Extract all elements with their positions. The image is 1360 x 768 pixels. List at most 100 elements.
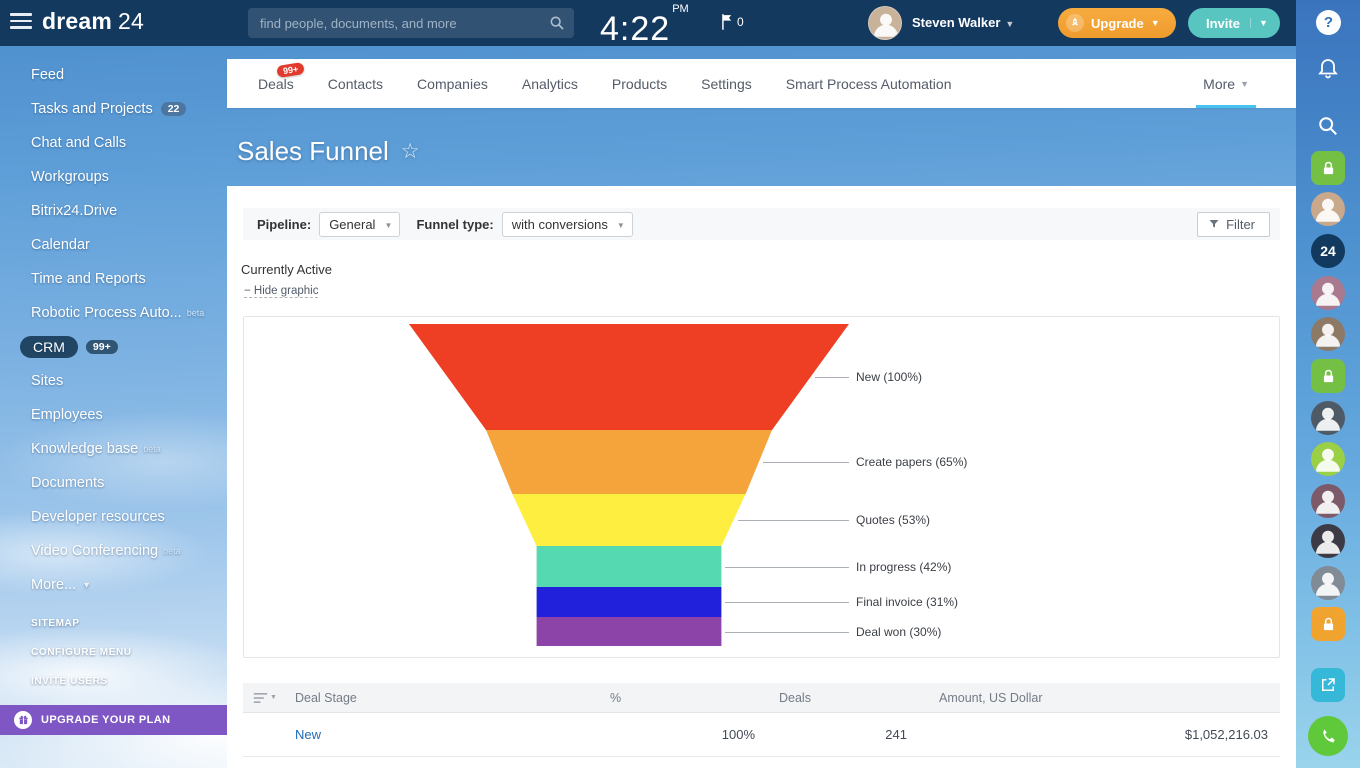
funnel-stage-label: New (100%) bbox=[856, 370, 922, 384]
sidebar-item-bitrix24-drive[interactable]: Bitrix24.Drive bbox=[0, 194, 227, 228]
nav-tab-deals[interactable]: Deals99+ bbox=[241, 59, 311, 108]
hide-graphic-link[interactable]: − Hide graphic bbox=[244, 285, 318, 298]
sidebar-item-label: Calendar bbox=[31, 237, 90, 253]
chevron-down-icon: ▼ bbox=[1151, 18, 1160, 28]
sidebar-item-calendar[interactable]: Calendar bbox=[0, 228, 227, 262]
search-icon[interactable] bbox=[1311, 109, 1345, 143]
funnel-leader-line bbox=[763, 462, 849, 463]
nav-tab-contacts[interactable]: Contacts bbox=[311, 59, 400, 108]
nav-tab-companies[interactable]: Companies bbox=[400, 59, 505, 108]
funnel-leader-line bbox=[815, 377, 850, 378]
chevron-down-icon: ▼ bbox=[617, 221, 625, 230]
user-avatar[interactable] bbox=[1311, 442, 1345, 476]
phone-icon[interactable] bbox=[1308, 716, 1348, 756]
table-header-: % bbox=[610, 691, 779, 705]
user-avatar[interactable] bbox=[1311, 317, 1345, 351]
table-header-row: ▼Deal Stage%DealsAmount, US Dollar bbox=[243, 683, 1280, 713]
chevron-down-icon: ▼ bbox=[82, 580, 91, 590]
sidebar-item-workgroups[interactable]: Workgroups bbox=[0, 160, 227, 194]
counter-badge: 99+ bbox=[86, 340, 118, 354]
search-icon[interactable] bbox=[549, 15, 565, 36]
nav-tab-more[interactable]: More▼ bbox=[1186, 59, 1266, 108]
lock-icon[interactable] bbox=[1311, 359, 1345, 393]
notifications-icon[interactable] bbox=[1311, 50, 1345, 84]
nav-tab-analytics[interactable]: Analytics bbox=[505, 59, 595, 108]
counter-badge: 99+ bbox=[276, 62, 305, 78]
sidebar-item-employees[interactable]: Employees bbox=[0, 398, 227, 432]
pipeline-select[interactable]: General▼ bbox=[319, 212, 400, 237]
notifications-flag[interactable]: 0 bbox=[722, 13, 744, 30]
funnel-type-select[interactable]: with conversions▼ bbox=[502, 212, 633, 237]
favorite-star-icon[interactable]: ☆ bbox=[401, 139, 420, 164]
sidebar-item-documents[interactable]: Documents bbox=[0, 466, 227, 500]
user-menu[interactable]: Steven Walker▼ bbox=[912, 15, 1014, 30]
funnel-graphic bbox=[409, 324, 849, 646]
sidebar-item-feed[interactable]: Feed bbox=[0, 58, 227, 92]
sidebar-item-robotic-process-auto[interactable]: Robotic Process Auto...beta bbox=[0, 296, 227, 330]
filter-button[interactable]: Filter bbox=[1197, 212, 1270, 237]
search-input[interactable] bbox=[248, 8, 574, 38]
gift-icon bbox=[14, 711, 32, 729]
sidebar-item-chat-and-calls[interactable]: Chat and Calls bbox=[0, 126, 227, 160]
sidebar-item-label: Time and Reports bbox=[31, 271, 146, 287]
user-avatar[interactable] bbox=[1311, 276, 1345, 310]
sidebar-item-label: Workgroups bbox=[31, 169, 109, 185]
bitrix24-badge[interactable]: 24 bbox=[1311, 234, 1345, 268]
table-header-deal-stage: Deal Stage bbox=[287, 691, 610, 705]
sidebar-footer-link-invite-users[interactable]: INVITE USERS bbox=[0, 667, 227, 696]
user-avatar[interactable] bbox=[868, 6, 902, 40]
sidebar-footer-link-configure-menu[interactable]: CONFIGURE MENU bbox=[0, 638, 227, 667]
nav-tab-settings[interactable]: Settings bbox=[684, 59, 769, 108]
share-icon[interactable] bbox=[1311, 668, 1345, 702]
funnel-icon bbox=[1208, 218, 1220, 230]
sidebar-item-knowledge-base[interactable]: Knowledge basebeta bbox=[0, 432, 227, 466]
clock-meridiem: PM bbox=[672, 3, 689, 15]
upgrade-button[interactable]: Upgrade ▼ bbox=[1058, 8, 1176, 38]
table-menu-icon[interactable]: ▼ bbox=[243, 692, 287, 704]
sidebar-item-developer-resources[interactable]: Developer resources bbox=[0, 500, 227, 534]
invite-button[interactable]: Invite ▼ bbox=[1188, 8, 1280, 38]
help-button[interactable]: ? bbox=[1316, 10, 1341, 35]
clock[interactable]: 4:22PM bbox=[600, 3, 689, 49]
deal-stage-link[interactable]: New bbox=[287, 727, 610, 742]
sidebar-item-label: CRM bbox=[20, 336, 78, 358]
sidebar-item-more[interactable]: More...▼ bbox=[0, 568, 227, 602]
lock-icon[interactable] bbox=[1311, 607, 1345, 641]
right-sidebar: ? 24 bbox=[1296, 0, 1360, 768]
funnel-stage-label: Deal won (30%) bbox=[856, 625, 941, 639]
beta-tag: beta bbox=[187, 308, 205, 318]
funnel-leader-line bbox=[725, 567, 849, 568]
sidebar-item-video-conferencing[interactable]: Video Conferencingbeta bbox=[0, 534, 227, 568]
deal-count-value: 241 bbox=[779, 727, 939, 742]
user-avatar[interactable] bbox=[1311, 484, 1345, 518]
user-avatar[interactable] bbox=[1311, 524, 1345, 558]
user-avatar[interactable] bbox=[1311, 401, 1345, 435]
funnel-segment-new[interactable] bbox=[409, 324, 849, 430]
lock-icon[interactable] bbox=[1311, 151, 1345, 185]
sidebar-item-tasks-and-projects[interactable]: Tasks and Projects22 bbox=[0, 92, 227, 126]
sidebar-item-label: Documents bbox=[31, 475, 104, 491]
table-header-amount-us-dollar: Amount, US Dollar bbox=[939, 691, 1280, 705]
sidebar-menu: FeedTasks and Projects22Chat and Calls Wo… bbox=[0, 46, 227, 602]
app-logo[interactable]: dream24 bbox=[42, 8, 144, 35]
nav-tab-products[interactable]: Products bbox=[595, 59, 684, 108]
hamburger-menu-icon[interactable] bbox=[10, 13, 32, 31]
invite-label: Invite bbox=[1206, 16, 1240, 31]
page-title: Sales Funnel ☆ bbox=[237, 136, 420, 167]
deal-percent-value: 100% bbox=[610, 727, 779, 742]
upgrade-plan-label: UPGRADE YOUR PLAN bbox=[41, 714, 170, 726]
logo-number: 24 bbox=[118, 8, 144, 34]
sidebar-footer-link-sitemap[interactable]: SITEMAP bbox=[0, 609, 227, 638]
sidebar-item-sites[interactable]: Sites bbox=[0, 364, 227, 398]
sidebar-item-crm[interactable]: CRM 99+ bbox=[0, 330, 227, 364]
sidebar-item-label: Employees bbox=[31, 407, 103, 423]
user-avatar[interactable] bbox=[1311, 192, 1345, 226]
sidebar-item-time-and-reports[interactable]: Time and Reports bbox=[0, 262, 227, 296]
user-avatar[interactable] bbox=[1311, 566, 1345, 600]
nav-tab-label: Analytics bbox=[522, 76, 578, 92]
sidebar-item-label: Bitrix24.Drive bbox=[31, 203, 117, 219]
nav-tab-smart-process-automation[interactable]: Smart Process Automation bbox=[769, 59, 969, 108]
funnel-chart: New (100%)Create papers (65%)Quotes (53%… bbox=[243, 316, 1280, 658]
sidebar-item-label: Sites bbox=[31, 373, 63, 389]
upgrade-plan-button[interactable]: UPGRADE YOUR PLAN bbox=[0, 705, 227, 735]
